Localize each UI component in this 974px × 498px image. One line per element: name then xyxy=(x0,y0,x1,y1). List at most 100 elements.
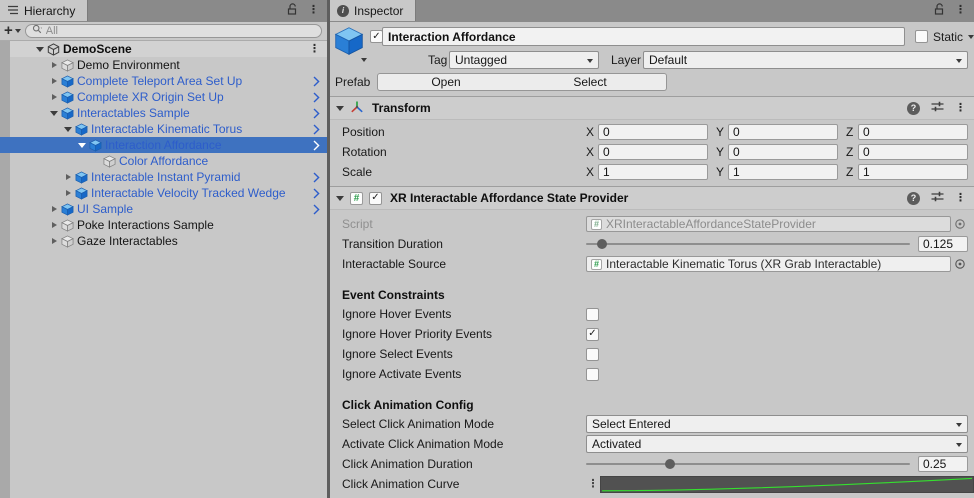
hierarchy-row[interactable]: Poke Interactions Sample xyxy=(0,217,327,233)
animation-curve-field[interactable] xyxy=(600,476,974,493)
prefab-select-button[interactable]: Select xyxy=(514,73,667,91)
prefab-chevron-icon[interactable] xyxy=(313,76,320,87)
hierarchy-row[interactable]: Interactables Sample xyxy=(0,105,327,121)
rotation-x-field[interactable]: 0 xyxy=(598,144,708,160)
layer-value: Default xyxy=(649,53,687,67)
layer-dropdown[interactable]: Default xyxy=(643,51,968,69)
transition-duration-value[interactable]: 0.125 xyxy=(918,236,968,252)
tab-inspector[interactable]: i Inspector xyxy=(330,0,416,21)
activate-click-mode-dropdown[interactable]: Activated xyxy=(586,435,968,453)
component-enabled-checkbox[interactable]: ✓ xyxy=(369,192,382,205)
hierarchy-row[interactable]: Interactable Kinematic Torus xyxy=(0,121,327,137)
prefab-chevron-icon[interactable] xyxy=(313,172,320,183)
position-x-field[interactable]: 0 xyxy=(598,124,708,140)
foldout-expanded-icon[interactable] xyxy=(78,143,86,148)
inspector-menu-icon[interactable]: ⋮ xyxy=(955,5,966,16)
help-icon[interactable]: ? xyxy=(907,102,920,115)
foldout-collapsed-icon[interactable] xyxy=(52,94,57,100)
help-icon[interactable]: ? xyxy=(907,192,920,205)
click-animation-curve-label: Click Animation Curve xyxy=(330,477,586,491)
hierarchy-row[interactable]: Interactable Instant Pyramid xyxy=(0,169,327,185)
hierarchy-search-field[interactable] xyxy=(25,24,322,38)
hierarchy-item-label: Interactable Velocity Tracked Wedge xyxy=(91,186,286,200)
prefab-chevron-icon[interactable] xyxy=(313,92,320,103)
constraint-row: Ignore Select Events xyxy=(330,344,974,364)
object-picker-icon[interactable] xyxy=(951,216,968,232)
search-input[interactable] xyxy=(46,25,315,37)
hierarchy-item-label: DemoScene xyxy=(63,42,132,56)
interactable-source-field[interactable]: # Interactable Kinematic Torus (XR Grab … xyxy=(586,256,951,272)
transition-duration-slider[interactable] xyxy=(586,236,910,252)
transform-header[interactable]: Transform ? ⋮ xyxy=(330,96,974,120)
foldout-collapsed-icon[interactable] xyxy=(52,222,57,228)
chevron-down-icon xyxy=(956,443,962,447)
scale-x-field[interactable]: 1 xyxy=(598,164,708,180)
foldout-collapsed-icon[interactable] xyxy=(66,190,71,196)
hierarchy-item-label: Color Affordance xyxy=(119,154,208,168)
foldout-expanded-icon[interactable] xyxy=(336,196,344,201)
scale-z-field[interactable]: 1 xyxy=(858,164,968,180)
position-y-field[interactable]: 0 xyxy=(728,124,838,140)
foldout-expanded-icon[interactable] xyxy=(36,47,44,52)
static-dropdown-icon[interactable] xyxy=(968,35,974,39)
slider-handle[interactable] xyxy=(665,459,675,469)
constraint-checkbox[interactable] xyxy=(586,368,599,381)
tab-hierarchy[interactable]: Hierarchy xyxy=(0,0,88,21)
object-picker-icon[interactable] xyxy=(951,256,968,272)
unlock-icon[interactable] xyxy=(934,3,945,18)
prefab-open-button[interactable]: Open xyxy=(377,73,515,91)
foldout-collapsed-icon[interactable] xyxy=(52,238,57,244)
select-click-mode-dropdown[interactable]: Select Entered xyxy=(586,415,968,433)
hierarchy-row[interactable]: Complete Teleport Area Set Up xyxy=(0,73,327,89)
constraint-checkbox[interactable] xyxy=(586,308,599,321)
foldout-collapsed-icon[interactable] xyxy=(52,78,57,84)
rotation-z-field[interactable]: 0 xyxy=(858,144,968,160)
prefab-chevron-icon[interactable] xyxy=(313,204,320,215)
presets-icon[interactable] xyxy=(931,191,944,205)
slider-handle[interactable] xyxy=(597,239,607,249)
prefab-chevron-icon[interactable] xyxy=(313,188,320,199)
static-checkbox[interactable] xyxy=(915,30,928,43)
gameobject-name-field[interactable] xyxy=(382,27,905,46)
prefab-chevron-icon[interactable] xyxy=(313,124,320,135)
position-z-field[interactable]: 0 xyxy=(858,124,968,140)
component-menu-icon[interactable]: ⋮ xyxy=(955,103,966,114)
constraint-checkbox[interactable]: ✓ xyxy=(586,328,599,341)
foldout-expanded-icon[interactable] xyxy=(336,106,344,111)
hierarchy-item-label: Demo Environment xyxy=(77,58,180,72)
foldout-expanded-icon[interactable] xyxy=(50,111,58,116)
foldout-collapsed-icon[interactable] xyxy=(52,62,57,68)
tag-dropdown[interactable]: Untagged xyxy=(449,51,599,69)
hierarchy-row[interactable]: UI Sample xyxy=(0,201,327,217)
presets-icon[interactable] xyxy=(931,101,944,115)
scale-y-field[interactable]: 1 xyxy=(728,164,838,180)
xr-affordance-header[interactable]: # ✓ XR Interactable Affordance State Pro… xyxy=(330,186,974,210)
foldout-expanded-icon[interactable] xyxy=(64,127,72,132)
add-gameobject-button[interactable]: + xyxy=(4,25,21,38)
hierarchy-row[interactable]: Interactable Velocity Tracked Wedge xyxy=(0,185,327,201)
hierarchy-row[interactable]: Color Affordance xyxy=(0,153,327,169)
prefab-chevron-icon[interactable] xyxy=(313,140,320,151)
rotation-y-field[interactable]: 0 xyxy=(728,144,838,160)
constraint-checkbox[interactable] xyxy=(586,348,599,361)
hierarchy-item-label: Interactable Instant Pyramid xyxy=(91,170,240,184)
hierarchy-row[interactable]: Demo Environment xyxy=(0,57,327,73)
foldout-collapsed-icon[interactable] xyxy=(66,174,71,180)
prefab-chevron-icon[interactable] xyxy=(313,108,320,119)
hierarchy-row[interactable]: Complete XR Origin Set Up xyxy=(0,89,327,105)
scene-menu-icon[interactable]: ⋮ xyxy=(309,44,320,55)
click-animation-duration-slider[interactable] xyxy=(586,456,910,472)
axis-x-label: X xyxy=(586,145,598,159)
prefab-cube-icon xyxy=(88,138,102,152)
hierarchy-row[interactable]: Interaction Affordance xyxy=(0,137,327,153)
component-menu-icon[interactable]: ⋮ xyxy=(955,193,966,204)
hierarchy-item-label: UI Sample xyxy=(77,202,133,216)
unlock-icon[interactable] xyxy=(287,3,298,18)
foldout-collapsed-icon[interactable] xyxy=(52,206,57,212)
hierarchy-row[interactable]: DemoScene ⋮ xyxy=(0,41,327,57)
drag-handle-icon[interactable]: ⋮ xyxy=(586,479,600,490)
hierarchy-menu-icon[interactable]: ⋮ xyxy=(308,5,319,16)
script-object-field: # XRInteractableAffordanceStateProvider xyxy=(586,216,951,232)
click-animation-duration-value[interactable]: 0.25 xyxy=(918,456,968,472)
hierarchy-row[interactable]: Gaze Interactables xyxy=(0,233,327,249)
